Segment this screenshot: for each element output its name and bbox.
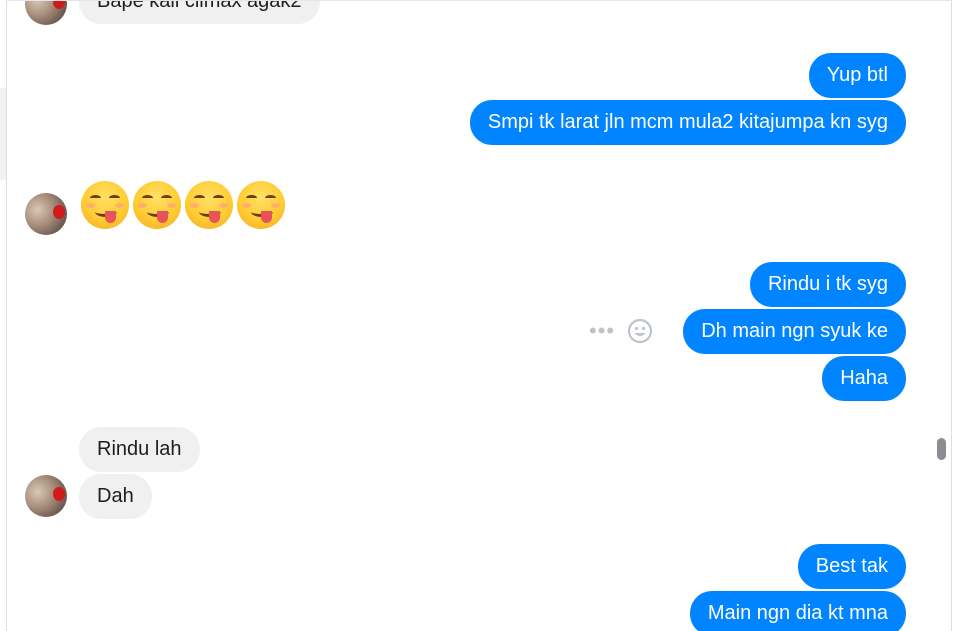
face-savoring-food-icon [133,181,181,229]
outgoing-message[interactable]: Dh main ngn syuk ke [683,309,906,354]
emoji-message[interactable] [81,181,285,229]
smiley-react-icon[interactable] [627,318,653,344]
outgoing-message[interactable]: Main ngn dia kt mna [689,591,906,631]
more-options-icon[interactable]: ••• [589,320,615,342]
outgoing-message[interactable]: Smpi tk larat jln mcm mula2 kitajumpa kn… [469,100,906,145]
outgoing-message[interactable]: Haha [822,356,906,401]
outgoing-message[interactable]: Rindu i tk syg [749,262,906,307]
avatar[interactable] [25,193,67,235]
scrollbar-thumb[interactable] [937,438,946,460]
face-savoring-food-icon [237,181,285,229]
message-thread[interactable]: Bape kali climax agak2 Yup btl Smpi tk l… [6,0,952,631]
incoming-message[interactable]: Dah [79,474,152,519]
avatar[interactable] [25,1,67,25]
face-savoring-food-icon [185,181,233,229]
avatar[interactable] [25,475,67,517]
face-savoring-food-icon [81,181,129,229]
incoming-message[interactable]: Rindu lah [79,427,200,472]
outgoing-message[interactable]: Best tak [797,544,906,589]
outgoing-message[interactable]: Yup btl [808,53,906,98]
incoming-message[interactable]: Bape kali climax agak2 [79,1,320,24]
